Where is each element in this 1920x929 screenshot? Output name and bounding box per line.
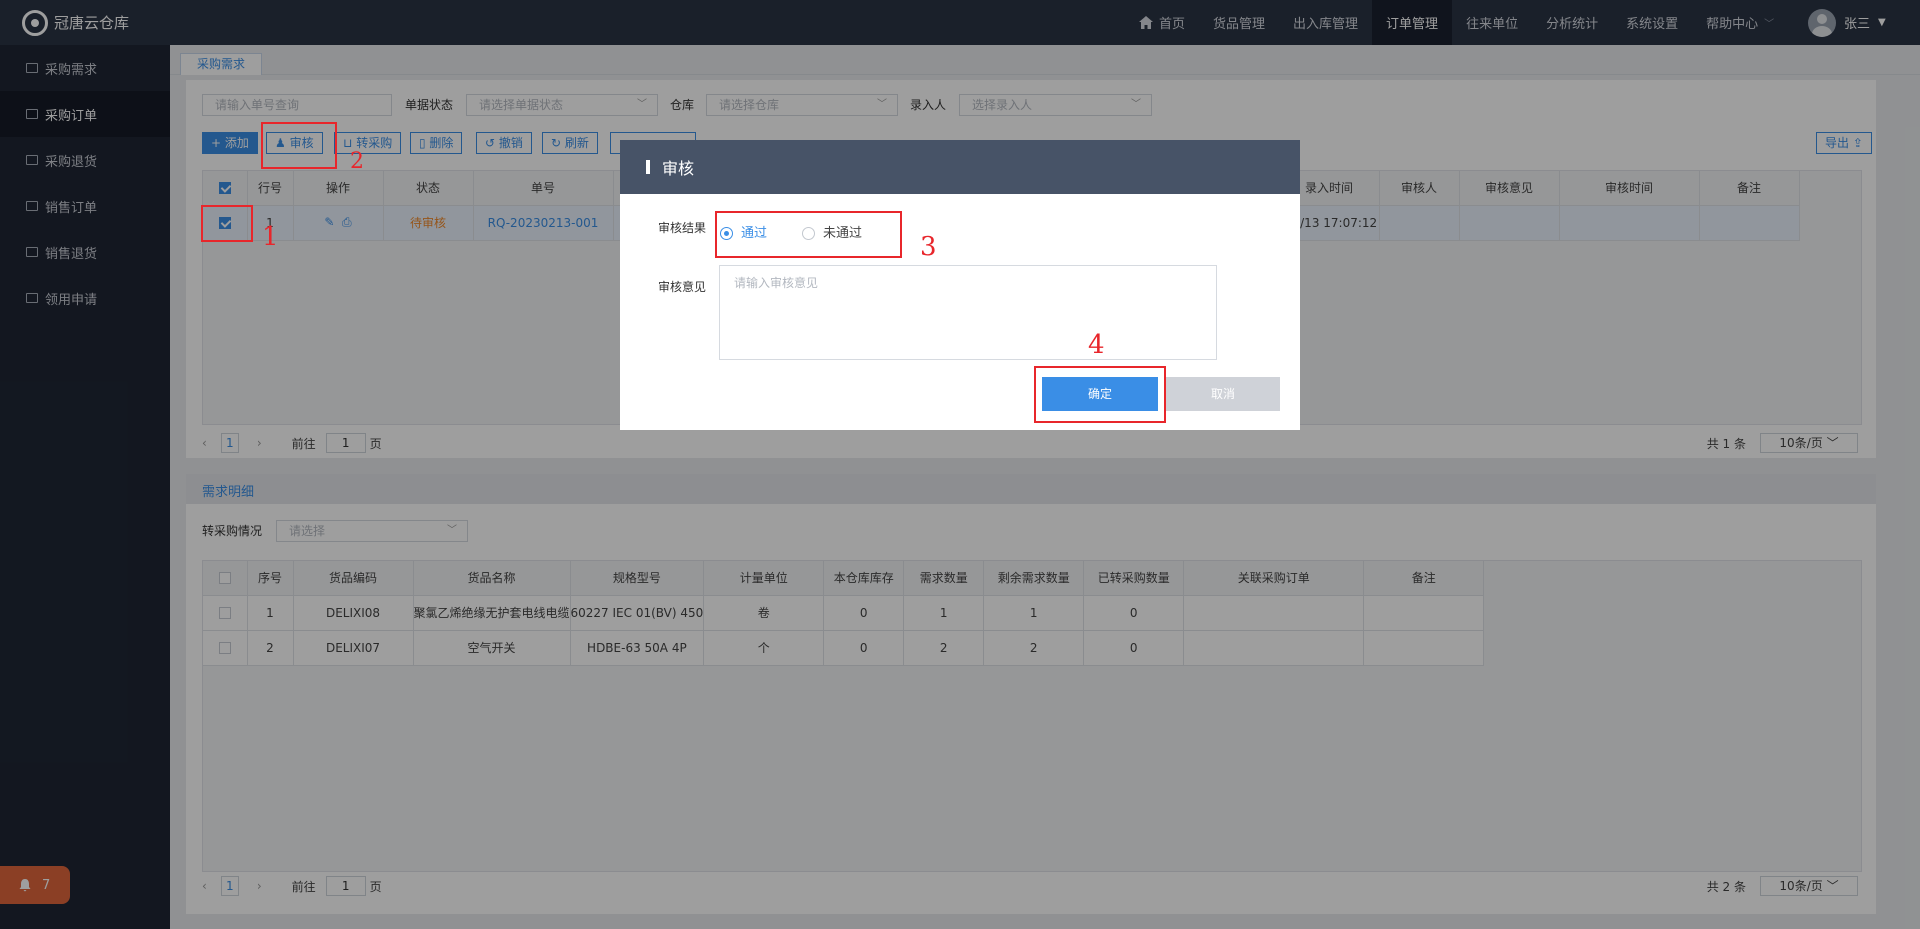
annotation-label-3: 3 [920, 232, 937, 262]
annotation-label-4: 4 [1088, 330, 1105, 360]
annotation-box-1 [201, 205, 253, 242]
audit-dialog: 审核 审核结果 通过 未通过 审核意见 请输入审核意见 确定 取消 [620, 140, 1300, 430]
audit-comment-label: 审核意见 [658, 280, 707, 294]
dialog-title: 审核 [662, 159, 695, 178]
annotation-label-2: 2 [350, 149, 364, 174]
title-bar-icon [646, 160, 650, 174]
annotation-box-2 [261, 122, 337, 169]
dialog-header: 审核 [620, 140, 1300, 194]
annotation-box-3 [715, 211, 902, 258]
audit-comment-textarea[interactable]: 请输入审核意见 [719, 265, 1217, 360]
audit-result-label: 审核结果 [658, 221, 707, 235]
annotation-label-1: 1 [262, 222, 279, 252]
annotation-box-4 [1034, 366, 1166, 423]
cancel-button[interactable]: 取消 [1166, 377, 1280, 411]
